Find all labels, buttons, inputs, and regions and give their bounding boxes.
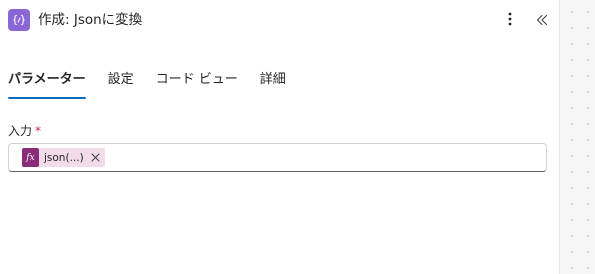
code-braces-icon xyxy=(8,9,30,31)
tab-list: パラメーター 設定 コード ビュー 詳細 xyxy=(8,70,308,100)
app-root: 作成: Jsonに変換 パラメーター 設定 コード ビュー 詳細 入力 * fx… xyxy=(0,0,595,274)
tab-details[interactable]: 詳細 xyxy=(260,70,286,100)
token-text: json(...) xyxy=(44,151,84,164)
more-options-button[interactable] xyxy=(500,10,520,30)
action-details-panel: 作成: Jsonに変換 パラメーター 設定 コード ビュー 詳細 入力 * fx… xyxy=(0,0,559,274)
function-icon: fx xyxy=(22,148,39,167)
close-icon[interactable] xyxy=(91,153,101,163)
double-chevron-left-icon xyxy=(536,11,548,30)
input-label-text: 入力 xyxy=(8,124,33,138)
more-vertical-icon xyxy=(508,11,512,30)
panel-header: 作成: Jsonに変換 xyxy=(0,0,559,40)
input-field-label: 入力 * xyxy=(8,123,41,139)
expression-token[interactable]: fx json(...) xyxy=(22,148,105,167)
panel-title: 作成: Jsonに変換 xyxy=(38,12,143,28)
tab-code-view[interactable]: コード ビュー xyxy=(156,70,238,100)
tab-parameters[interactable]: パラメーター xyxy=(8,70,86,100)
required-mark: * xyxy=(35,124,42,138)
input-field[interactable]: fx json(...) xyxy=(8,143,547,172)
tab-settings[interactable]: 設定 xyxy=(108,70,134,100)
collapse-panel-button[interactable] xyxy=(532,10,552,30)
designer-canvas[interactable] xyxy=(559,0,595,274)
